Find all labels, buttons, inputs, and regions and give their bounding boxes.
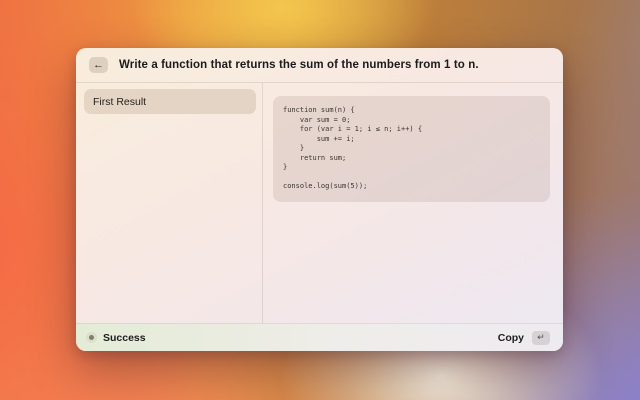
copy-action[interactable]: Copy ↵ [498,331,550,345]
status-badge: Success [103,332,146,344]
result-content: function sum(n) { var sum = 0; for (var … [263,83,563,323]
results-sidebar: First Result [76,83,263,323]
page-title: Write a function that returns the sum of… [119,59,479,71]
back-arrow-icon: ← [93,60,104,71]
back-button[interactable]: ← [89,57,108,73]
sidebar-item-label: First Result [93,96,146,108]
app-window: ← Write a function that returns the sum … [76,48,563,351]
copy-button-label: Copy [498,332,524,344]
window-body: First Result function sum(n) { var sum =… [76,83,563,323]
code-block: function sum(n) { var sum = 0; for (var … [273,96,550,202]
code-text: function sum(n) { var sum = 0; for (var … [283,106,540,192]
desktop-background: ← Write a function that returns the sum … [0,0,640,400]
status-dot-icon [89,335,94,340]
window-header: ← Write a function that returns the sum … [76,48,563,83]
enter-key-glyph: ↵ [537,333,545,342]
window-footer: Success Copy ↵ [76,323,563,351]
enter-key-icon: ↵ [532,331,550,345]
sidebar-item-first-result[interactable]: First Result [84,89,256,114]
